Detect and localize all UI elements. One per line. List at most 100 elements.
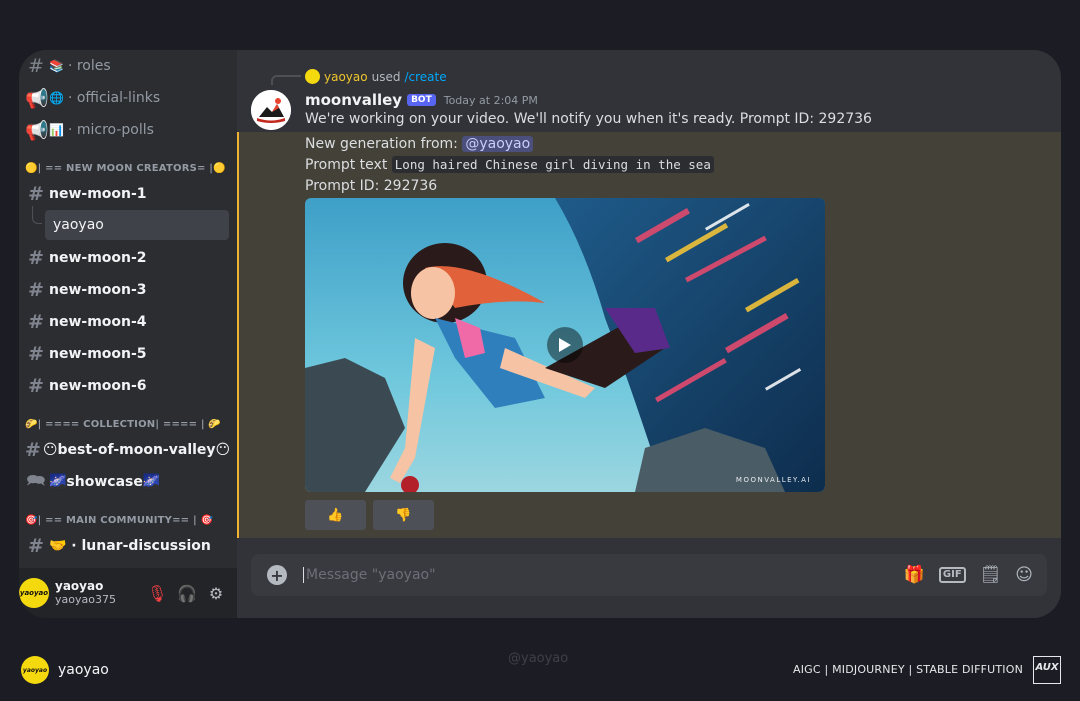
hash-thread-icon: # xyxy=(28,535,44,557)
channel-label: new-moon-5 xyxy=(49,346,147,362)
bot-avatar[interactable] xyxy=(251,90,291,130)
hash-thread-icon: # xyxy=(28,183,44,205)
user-name: yaoyao xyxy=(55,579,104,593)
aux-logo: AUX xyxy=(1033,656,1061,684)
channel-label: new-moon-2 xyxy=(49,250,147,266)
hash-thread-icon: # xyxy=(28,247,44,269)
channel-showcase[interactable]: 🗪 🌌showcase🌌 xyxy=(19,466,229,498)
user-tag: yaoyao375 xyxy=(55,593,116,606)
hash-thread-icon: # xyxy=(25,439,41,461)
channel-sidebar: # 📚 · roles 📢 🌐 · official-links 📢 📊 · m… xyxy=(19,50,237,618)
reply-user-name[interactable]: yaoyao xyxy=(324,70,368,84)
footer-name: yaoyao xyxy=(58,662,109,678)
thread-label: yaoyao xyxy=(53,217,104,233)
add-attachment-icon[interactable]: + xyxy=(267,565,287,585)
channel-label: new-moon-3 xyxy=(49,282,147,298)
channel-micro-polls[interactable]: 📢 📊 · micro-polls xyxy=(19,114,229,146)
thumbs-up-icon: 👍 xyxy=(327,507,344,523)
channel-new-moon-3[interactable]: # new-moon-3 xyxy=(19,274,229,306)
prompt-code: Long haired Chinese girl diving in the s… xyxy=(391,156,714,173)
command-reply-context[interactable]: yaoyao used /create xyxy=(305,69,447,84)
megaphone-icon: 📢 xyxy=(25,87,49,110)
hash-thread-icon: # xyxy=(28,343,44,365)
footer-avatar-text: yaoyao xyxy=(22,666,48,674)
channel-label: · micro-polls xyxy=(67,122,154,138)
video-watermark: MOONVALLEY.AI xyxy=(735,476,811,484)
user-avatar[interactable]: yaoyao xyxy=(19,578,49,608)
avatar-text: yaoyao xyxy=(19,589,49,597)
chart-emoji: 📊 xyxy=(49,123,64,137)
chat-area: yaoyao used /create moonvalley BOT Today… xyxy=(237,50,1061,618)
message-timestamp: Today at 2:04 PM xyxy=(443,93,538,107)
emoji-icon[interactable]: ☺ xyxy=(1015,565,1033,585)
bot-badge: BOT xyxy=(407,94,436,106)
message-composer: + 🎁 GIF 🗒 ☺ xyxy=(251,554,1047,596)
channel-label: · official-links xyxy=(67,90,161,106)
bot-name[interactable]: moonvalley xyxy=(305,91,402,109)
discord-window: # 📚 · roles 📢 🌐 · official-links 📢 📊 · m… xyxy=(19,50,1061,618)
channel-label: new-moon-1 xyxy=(49,186,147,202)
thread-connector xyxy=(32,206,42,224)
composer-actions: 🎁 GIF 🗒 ☺ xyxy=(904,565,1033,585)
channel-list: # 📚 · roles 📢 🌐 · official-links 📢 📊 · m… xyxy=(19,50,237,568)
gear-icon[interactable]: ⚙ xyxy=(207,584,225,603)
gif-icon[interactable]: GIF xyxy=(938,567,966,583)
channel-new-moon-2[interactable]: # new-moon-2 xyxy=(19,242,229,274)
mention-highlight-message: New generation from: @yaoyao Prompt text… xyxy=(237,132,1061,538)
books-emoji: 📚 xyxy=(49,59,64,73)
channel-label: 😶best-of-moon-valley😶 xyxy=(42,442,231,458)
channel-label: 🌌showcase🌌 xyxy=(49,474,161,490)
headphones-deafened-icon[interactable]: 🎧 xyxy=(177,584,197,603)
hash-thread-icon: # xyxy=(28,311,44,333)
prompt-id-line: Prompt ID: 292736 xyxy=(305,178,438,194)
hash-icon: # xyxy=(28,55,44,77)
channel-label: 🤝 · lunar-discussion xyxy=(49,538,211,554)
moonvalley-logo-icon xyxy=(251,90,291,130)
channel-new-moon-6[interactable]: # new-moon-6 xyxy=(19,370,229,402)
reply-user-avatar xyxy=(305,69,320,84)
category-collection[interactable]: 🌮| ==== COLLECTION| ==== | 🌮 xyxy=(19,408,237,434)
user-controls: 🎙 🎧 ⚙ xyxy=(147,584,237,603)
message-input[interactable] xyxy=(303,567,904,583)
footer-watermark: @yaoyao xyxy=(508,651,569,666)
channel-label: · roles xyxy=(67,58,111,74)
thread-yaoyao[interactable]: yaoyao xyxy=(32,206,229,240)
footer-tags: AIGC | MIDJOURNEY | STABLE DIFFUTION xyxy=(793,663,1024,676)
generation-line: New generation from: @yaoyao xyxy=(305,136,534,152)
hash-thread-icon: # xyxy=(28,375,44,397)
channel-new-moon-1[interactable]: # new-moon-1 xyxy=(19,178,229,210)
generation-label: New generation from: xyxy=(305,136,458,152)
thumbs-up-button[interactable]: 👍 xyxy=(305,500,366,530)
user-info[interactable]: yaoyao yaoyao375 xyxy=(55,579,116,607)
video-attachment[interactable]: MOONVALLEY.AI xyxy=(305,198,825,492)
user-panel: yaoyao yaoyao yaoyao375 🎙 🎧 ⚙ xyxy=(19,568,237,618)
forum-icon: 🗪 xyxy=(26,470,46,489)
thumbs-down-icon: 👎 xyxy=(395,507,412,523)
reply-used-text: used xyxy=(371,69,401,84)
thumbs-down-button[interactable]: 👎 xyxy=(373,500,434,530)
megaphone-icon: 📢 xyxy=(25,119,49,142)
prompt-text-line: Prompt text Long haired Chinese girl div… xyxy=(305,156,714,173)
sticker-icon[interactable]: 🗒 xyxy=(980,565,1002,585)
reply-command[interactable]: /create xyxy=(404,70,446,84)
channel-lunar-discussion[interactable]: # 🤝 · lunar-discussion xyxy=(19,530,229,562)
message-header: moonvalley BOT Today at 2:04 PM xyxy=(305,91,538,109)
play-icon[interactable] xyxy=(547,327,583,363)
prompt-label: Prompt text xyxy=(305,157,388,173)
category-main-community[interactable]: 🎯| == MAIN COMMUNITY== | 🎯 xyxy=(19,504,237,530)
footer-avatar: yaoyao xyxy=(21,656,49,684)
channel-official-links[interactable]: 📢 🌐 · official-links xyxy=(19,82,229,114)
gift-icon[interactable]: 🎁 xyxy=(904,565,925,585)
channel-roles[interactable]: # 📚 · roles xyxy=(19,50,229,82)
message-text: We're working on your video. We'll notif… xyxy=(305,111,872,127)
channel-label: new-moon-4 xyxy=(49,314,147,330)
user-mention[interactable]: @yaoyao xyxy=(462,136,534,152)
globe-emoji: 🌐 xyxy=(49,91,64,105)
channel-new-moon-5[interactable]: # new-moon-5 xyxy=(19,338,229,370)
channel-new-moon-4[interactable]: # new-moon-4 xyxy=(19,306,229,338)
reply-connector xyxy=(271,75,301,85)
mic-muted-icon[interactable]: 🎙 xyxy=(147,584,167,603)
category-new-moon-creators[interactable]: 🟡| == NEW MOON CREATORS= |🟡 xyxy=(19,152,237,178)
hash-thread-icon: # xyxy=(28,279,44,301)
channel-best-of-moon-valley[interactable]: # 😶best-of-moon-valley😶 xyxy=(19,434,231,466)
